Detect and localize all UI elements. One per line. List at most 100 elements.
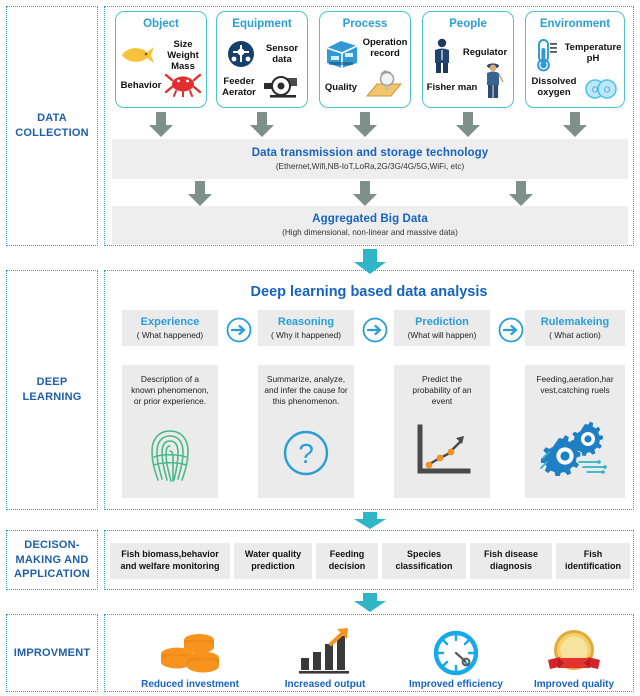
dl-stage-body-rulemaking: Feeding,aeration,har vest,catching ruels bbox=[525, 365, 625, 498]
decision-item-feeding-decision-line2: decision bbox=[328, 561, 366, 571]
improvement-item-improved-efficiency[interactable]: Improved efficiency bbox=[396, 624, 516, 690]
data-card-environment[interactable]: Environment Temperature pH Dissolved oxy… bbox=[525, 11, 625, 108]
dl-stage-body-prediction-line1: Predict the bbox=[421, 374, 463, 384]
improvement-item-increased-output[interactable]: Increased output bbox=[266, 624, 384, 690]
data-transmission-bar: Data transmission and storage technology… bbox=[112, 139, 628, 179]
section-label-deep-learning-line2: LEARNING bbox=[22, 391, 82, 403]
dl-stage-head-experience[interactable]: Experience ( What happened) bbox=[122, 310, 218, 346]
people-regulator-label: Regulator bbox=[462, 47, 508, 58]
deep-learning-title: Deep learning based data analysis bbox=[250, 284, 488, 300]
process-quality-label: Quality bbox=[324, 82, 358, 93]
data-card-equipment-text-a: Sensor data bbox=[257, 43, 307, 65]
coins-icon bbox=[157, 624, 223, 676]
environment-dissolved-label: Dissolved bbox=[531, 76, 577, 87]
decision-item-water-quality-line1: Water quality bbox=[244, 549, 302, 560]
improvement-item-improved-quality-label: Improved quality bbox=[533, 679, 614, 690]
decision-item-water-quality[interactable]: Water quality prediction bbox=[234, 543, 312, 579]
dl-stage-head-prediction[interactable]: Prediction (What will happen) bbox=[394, 310, 490, 346]
fisherman-icon bbox=[487, 63, 504, 98]
teal-arrow-to-deep-learning bbox=[354, 249, 386, 274]
arrow-right-circle-icon bbox=[226, 317, 252, 343]
award-badge-icon bbox=[544, 624, 604, 676]
data-card-people[interactable]: People Regulator Fisher man bbox=[422, 11, 514, 108]
data-card-object-text-b: Behavior bbox=[117, 80, 165, 91]
data-card-process-title: Process bbox=[342, 18, 388, 30]
dl-stage-body-experience-line2: known phenomenon, bbox=[131, 385, 209, 396]
data-card-people-title: People bbox=[449, 18, 487, 30]
data-card-environment-text-b: Dissolved oxygen bbox=[526, 76, 582, 98]
dl-stage-head-rulemaking-sub: ( What action) bbox=[549, 330, 601, 340]
teal-arrow-to-improvement bbox=[354, 593, 386, 612]
data-card-process[interactable]: Process Operation record Quality bbox=[319, 11, 411, 108]
fish-icon bbox=[122, 47, 154, 63]
decision-item-feeding-decision[interactable]: Feeding decision bbox=[316, 543, 378, 579]
dl-stage-head-reasoning[interactable]: Reasoning ( Why it happened) bbox=[258, 310, 354, 346]
decision-item-species-classification-line2: classification bbox=[395, 561, 453, 571]
dl-stage-body-prediction-line3: event bbox=[431, 396, 453, 407]
aggregated-big-data-subtitle: (High dimensional, non-linear and massiv… bbox=[282, 228, 458, 237]
question-mark-icon: ? bbox=[258, 429, 354, 477]
data-card-process-text-b: Quality bbox=[320, 82, 362, 93]
dl-stage-head-prediction-sub: (What will happen) bbox=[407, 330, 477, 340]
sensor-icon bbox=[228, 41, 254, 67]
decision-item-fish-identification-line1: Fish bbox=[583, 549, 603, 560]
process-operation-label: Operation bbox=[362, 37, 408, 48]
section-label-decision-line2: MAKING AND bbox=[15, 553, 89, 566]
decision-item-species-classification[interactable]: Species classification bbox=[382, 543, 466, 579]
data-card-equipment-text-b: Feeder Aerator bbox=[218, 76, 260, 98]
section-label-decision-line3: APPLICATION bbox=[14, 568, 90, 581]
gray-arrow-process-down bbox=[353, 112, 377, 137]
gray-arrow-people-down bbox=[456, 112, 480, 137]
data-card-equipment[interactable]: Equipment Sensor data Feeder Aerator bbox=[216, 11, 308, 108]
object-behavior-label: Behavior bbox=[120, 80, 162, 91]
dl-stage-body-prediction-line2: probability of an bbox=[412, 385, 472, 396]
dl-stage-body-reasoning-line1: Summarize, analyze, bbox=[266, 374, 346, 384]
data-card-object-text-a: Size Weight Mass bbox=[160, 39, 206, 73]
data-card-object[interactable]: Object Size Weight Mass Behavior bbox=[115, 11, 207, 108]
equipment-data-label: data bbox=[272, 54, 292, 66]
dl-stage-body-experience-line3: or prior experience. bbox=[133, 396, 207, 407]
data-card-equipment-title: Equipment bbox=[232, 18, 292, 30]
decision-item-fish-identification[interactable]: Fish identification bbox=[556, 543, 630, 579]
dl-stage-head-prediction-title: Prediction bbox=[415, 316, 469, 328]
equipment-feeder-label: Feeder bbox=[223, 76, 255, 87]
regulator-person-icon bbox=[435, 38, 449, 73]
decision-item-fish-disease[interactable]: Fish disease diagnosis bbox=[470, 543, 552, 579]
dl-stage-body-reasoning: Summarize, analyze, and infer the cause … bbox=[258, 365, 354, 498]
diagram-canvas: DATA COLLECTION DEEP LEARNING DECISON- M… bbox=[0, 0, 640, 696]
svg-text:O: O bbox=[592, 86, 598, 95]
dl-stage-head-experience-sub: ( What happened) bbox=[136, 330, 204, 340]
decision-item-species-classification-line1: Species bbox=[406, 549, 442, 560]
teal-arrow-to-decision bbox=[354, 512, 386, 529]
data-transmission-title: Data transmission and storage technology bbox=[251, 147, 489, 159]
gray-arrow-environment-down bbox=[563, 112, 587, 137]
dl-stage-body-rulemaking-line2: vest,catching ruels bbox=[540, 385, 610, 396]
data-transmission-subtitle: (Ethernet,Wifi,NB-IoT,LoRa,2G/3G/4G/5G,W… bbox=[275, 162, 465, 171]
decision-item-fish-identification-line2: identification bbox=[565, 561, 621, 571]
aggregated-big-data-title: Aggregated Big Data bbox=[312, 213, 428, 225]
section-label-decision-line1: DECISON- bbox=[24, 538, 80, 551]
dl-stage-body-experience-line1: Description of a bbox=[140, 374, 200, 384]
arrow-right-circle-icon-2 bbox=[362, 317, 388, 343]
dl-stage-body-reasoning-line2: and infer the cause for bbox=[264, 385, 348, 396]
data-card-environment-text-a: Temperature pH bbox=[562, 42, 624, 64]
gray-arrow-transmission-down-right bbox=[509, 181, 533, 206]
trend-chart-icon bbox=[394, 423, 490, 481]
improvement-item-improved-quality[interactable]: Improved quality bbox=[518, 624, 630, 690]
section-label-deep-learning: DEEP LEARNING bbox=[6, 270, 98, 510]
aggregated-big-data-bar: Aggregated Big Data (High dimensional, n… bbox=[112, 206, 628, 244]
improvement-item-reduced-investment-label: Reduced investment bbox=[141, 679, 239, 690]
improvement-item-increased-output-label: Increased output bbox=[284, 679, 366, 690]
dl-stage-body-experience: Description of a known phenomenon, or pr… bbox=[122, 365, 218, 498]
section-label-decision: DECISON- MAKING AND APPLICATION bbox=[6, 530, 98, 590]
dl-stage-head-rulemaking[interactable]: Rulemakeing ( What action) bbox=[525, 310, 625, 346]
improvement-item-reduced-investment[interactable]: Reduced investment bbox=[125, 624, 255, 690]
fingerprint-icon bbox=[122, 427, 218, 485]
dl-stage-head-rulemaking-title: Rulemakeing bbox=[540, 316, 610, 328]
object-weight-label: Weight bbox=[167, 50, 199, 62]
bar-chart-up-icon bbox=[297, 624, 353, 676]
decision-item-feeding-decision-line1: Feeding bbox=[329, 549, 365, 560]
section-label-data-collection-line1: DATA bbox=[37, 112, 67, 125]
dl-stage-body-prediction: Predict the probability of an event bbox=[394, 365, 490, 498]
decision-item-fish-biomass[interactable]: Fish biomass,behavior and welfare monito… bbox=[110, 543, 230, 579]
